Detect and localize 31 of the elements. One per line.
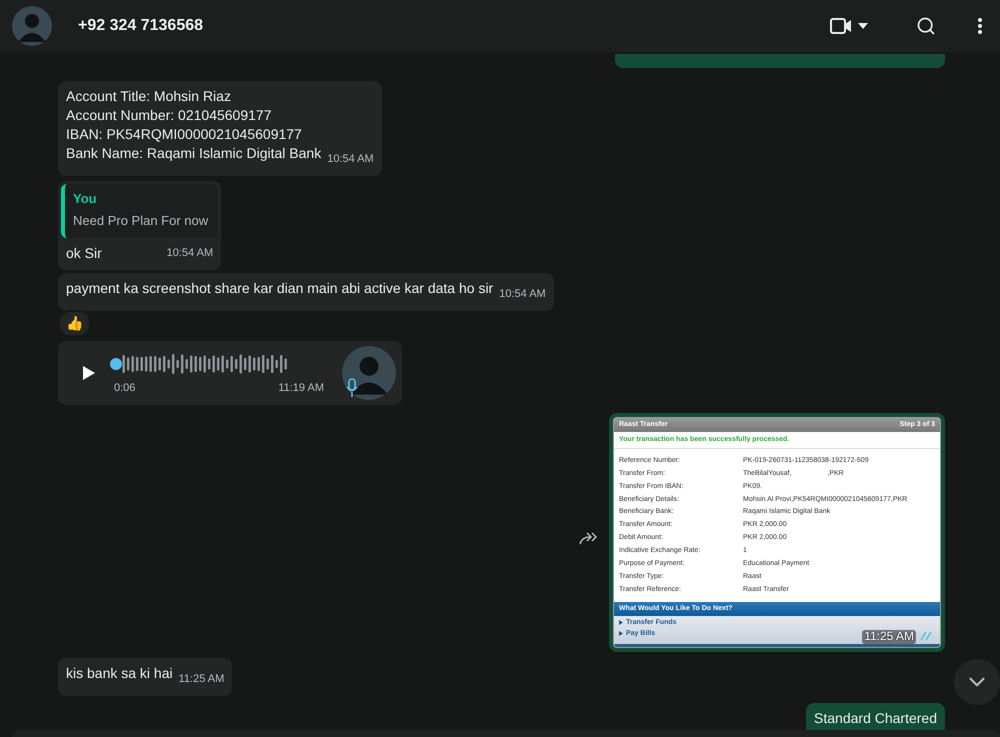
message-text: payment ka screenshot share kar dian main abi active kar data ho sir $_{10:54 AM}$ xyxy=(66,279,546,302)
message-text: Standard Chartered xyxy=(814,708,937,728)
quote-author: You xyxy=(73,190,98,208)
menu-icon xyxy=(978,18,982,34)
quote-text: Need Pro Plan For now xyxy=(73,212,208,230)
caret-icon xyxy=(858,23,868,29)
avatar xyxy=(342,346,396,400)
search-icon xyxy=(916,16,936,36)
forward-icon[interactable] xyxy=(579,532,599,546)
message-time: 10:54 AM xyxy=(499,288,546,300)
message-text: Account Number: 021045609177 xyxy=(66,106,272,125)
microphone-icon xyxy=(346,378,358,398)
play-icon xyxy=(82,365,96,381)
message-text: Account Title: Mohsin Riaz xyxy=(66,87,232,106)
message-text: ok Sir xyxy=(66,244,102,263)
avatar xyxy=(12,6,52,46)
message-text: Bank Name: Raqami Islamic Digital Bank $_{10:54 AM}$ xyxy=(66,144,374,167)
message-text: kis bank sa ki hai $_{11:25 AM}$ xyxy=(66,664,224,687)
message-time: 10:54 AM xyxy=(166,246,214,261)
scroll-down-button[interactable] xyxy=(954,659,1000,705)
quoted-message[interactable]: You Need Pro Plan For now xyxy=(61,184,218,238)
message-time: 11:25 AM xyxy=(862,630,916,644)
playback-dot[interactable] xyxy=(110,358,122,370)
reaction-emoji: 👍 xyxy=(58,310,91,337)
voice-duration: 0:06 xyxy=(114,381,136,395)
message-time: 10:54 AM xyxy=(327,153,374,165)
message-time: 11:25 AM xyxy=(178,672,224,685)
video-camera-icon xyxy=(830,18,852,34)
contact-name: +92 324 7136568 xyxy=(78,17,204,35)
message-text: IBAN: PK54RQMI0000021045609177 xyxy=(66,125,303,144)
message-time: 11:19 AM xyxy=(278,381,324,395)
